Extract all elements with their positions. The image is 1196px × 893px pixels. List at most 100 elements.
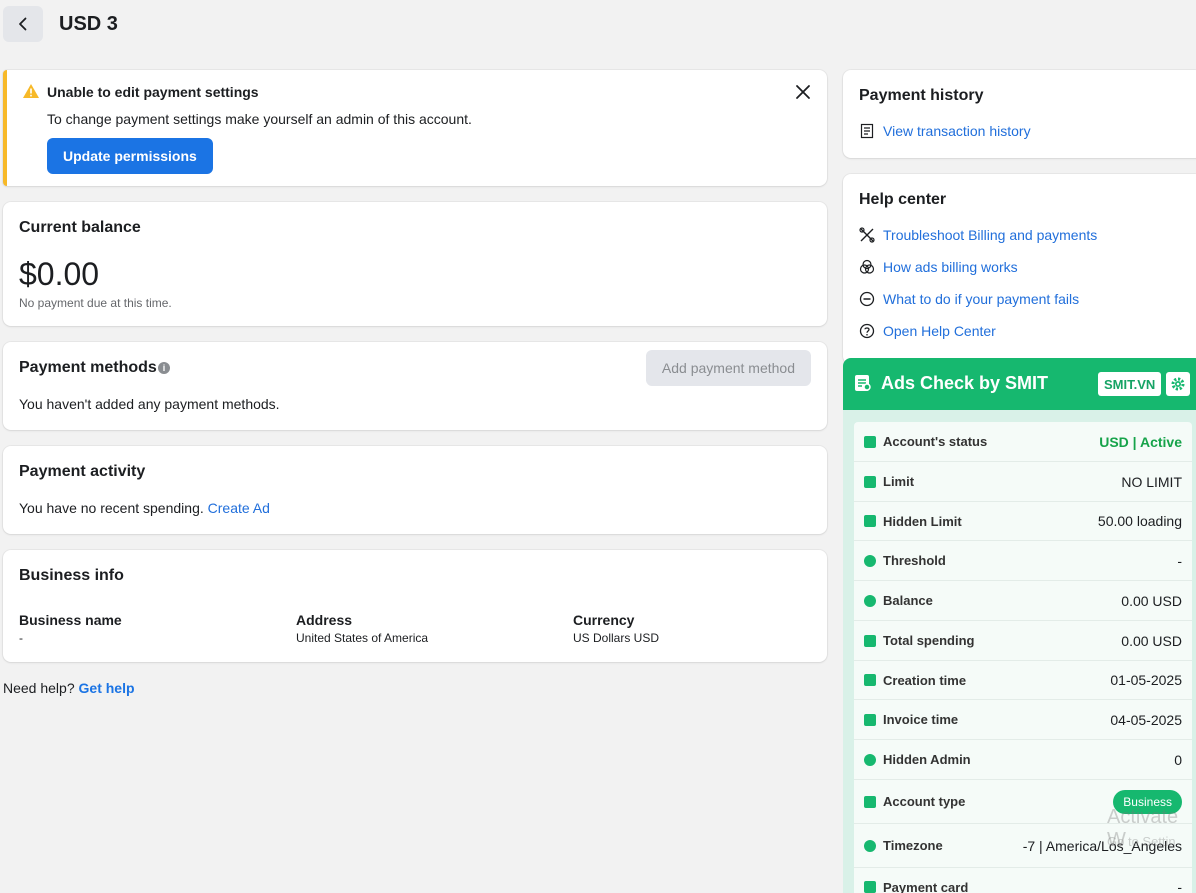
payment-activity-text: You have no recent spending. Create Ad [19, 500, 270, 516]
alert-text: To change payment settings make yourself… [47, 111, 472, 127]
get-help-link[interactable]: Get help [79, 680, 135, 696]
troubleshoot-billing-link[interactable]: Troubleshoot Billing and payments [859, 227, 1097, 243]
payment-methods-text: You haven't added any payment methods. [19, 396, 280, 412]
need-help-text: Need help? [3, 680, 75, 696]
row-value: USD | Active [1099, 433, 1182, 450]
wallet-icon [864, 634, 876, 647]
open-help-center-link[interactable]: Open Help Center [859, 323, 996, 339]
question-circle-icon [859, 323, 875, 339]
user-card-icon [864, 795, 876, 808]
warning-icon [23, 84, 39, 98]
alert-title: Unable to edit payment settings [47, 84, 259, 100]
ads-check-title: Ads Check by SMIT [881, 373, 1049, 393]
row-value: 0.00 USD [1121, 592, 1182, 609]
row-threshold: Threshold - [854, 541, 1192, 581]
page-title: USD 3 [59, 12, 118, 35]
current-balance-card: Current balance $0.00 No payment due at … [3, 202, 827, 326]
row-label: Hidden Limit [883, 513, 962, 529]
row-label: Limit [883, 474, 915, 489]
field-value: US Dollars USD [573, 631, 660, 645]
row-value: 50.00 loading [1097, 513, 1182, 529]
business-info-card: Business info Business name - Address Un… [3, 550, 827, 662]
row-payment-card: Payment card - [854, 868, 1192, 893]
row-value: - [1177, 879, 1182, 893]
calendar-icon [864, 674, 876, 686]
row-value: 0 [1174, 751, 1182, 768]
row-creation-time: Creation time 01-05-2025 [854, 661, 1192, 700]
balance-amount: $0.00 [19, 256, 100, 292]
row-value: 01-05-2025 [1110, 672, 1182, 688]
add-payment-method-button[interactable]: Add payment method [645, 350, 811, 386]
info-icon[interactable]: i [158, 362, 170, 374]
view-transaction-history-link[interactable]: View transaction history [859, 123, 1031, 139]
limit-icon [864, 475, 876, 488]
row-label: Hidden Admin [883, 752, 971, 767]
need-help: Need help? Get help [3, 680, 135, 696]
row-label: Creation time [883, 672, 967, 688]
link-label: View transaction history [883, 123, 1031, 139]
row-invoice-time: Invoice time 04-05-2025 [854, 700, 1192, 740]
credit-card-icon [864, 881, 876, 893]
row-total-spending: Total spending 0.00 USD [854, 621, 1192, 661]
row-value: NO LIMIT [1121, 473, 1182, 490]
receipt-icon [860, 123, 874, 139]
card-title: Payment activity [19, 463, 146, 480]
card-title: Payment methods [19, 359, 157, 376]
business-name-field: Business name - [19, 612, 122, 645]
ads-billing-link[interactable]: How ads billing works [859, 259, 1018, 275]
row-value: 0.00 USD [1121, 632, 1182, 649]
link-label: Open Help Center [883, 323, 996, 339]
trend-icon [864, 554, 876, 567]
smit-badge[interactable]: SMIT.VN [1098, 372, 1162, 396]
help-center-card: Help center Troubleshoot Billing and pay… [843, 174, 1196, 364]
card-title: Payment history [859, 87, 984, 104]
row-value: 04-05-2025 [1110, 711, 1182, 728]
field-label: Currency [573, 612, 635, 628]
payment-history-card: Payment history View transaction history [843, 70, 1196, 158]
card-title: Current balance [19, 219, 141, 236]
create-ad-link[interactable]: Create Ad [208, 500, 270, 516]
globe-icon [864, 839, 876, 852]
payment-fails-link[interactable]: What to do if your payment fails [859, 291, 1079, 307]
settings-button[interactable] [1166, 372, 1190, 396]
field-label: Business name [19, 612, 122, 628]
top-bar: USD 3 [3, 6, 118, 42]
row-label: Payment card [883, 879, 969, 893]
row-limit: Limit NO LIMIT [854, 462, 1192, 502]
minus-circle-icon [859, 291, 875, 307]
circles-icon [859, 259, 875, 274]
gear-icon [1171, 377, 1185, 391]
field-value: United States of America [296, 631, 429, 645]
permission-alert: Unable to edit payment settings To chang… [3, 70, 827, 186]
row-label: Invoice time [883, 712, 959, 727]
ads-check-header: Ads Check by SMIT SMIT.VN [843, 358, 1196, 410]
piggy-bank-icon [864, 515, 876, 527]
activation-watermark-subtext: Go to Settin [1107, 834, 1176, 849]
link-label: What to do if your payment fails [883, 291, 1080, 307]
link-label: Troubleshoot Billing and payments [883, 227, 1098, 243]
update-permissions-button[interactable]: Update permissions [47, 138, 213, 174]
payment-activity-card: Payment activity You have no recent spen… [3, 446, 827, 534]
shield-icon [864, 753, 876, 766]
payment-methods-card: Payment methods i Add payment method You… [3, 342, 827, 430]
report-icon [855, 375, 871, 391]
close-icon[interactable] [793, 82, 813, 102]
balance-note: No payment due at this time. [19, 296, 172, 310]
field-value: - [19, 631, 23, 645]
row-label: Account type [883, 794, 966, 809]
card-title: Help center [859, 191, 947, 208]
dollar-icon [864, 594, 876, 607]
chart-icon [864, 435, 876, 448]
address-field: Address United States of America [296, 612, 428, 645]
card-title: Business info [19, 567, 124, 584]
tools-icon [859, 227, 875, 243]
link-label: How ads billing works [883, 259, 1018, 275]
field-label: Address [296, 612, 353, 628]
row-account-status: Account's status USD | Active [854, 422, 1192, 462]
row-value: - [1177, 552, 1182, 569]
row-label: Threshold [883, 553, 946, 568]
chevron-left-icon [19, 17, 27, 31]
back-button[interactable] [3, 6, 43, 42]
invoice-icon [864, 713, 876, 726]
row-label: Balance [883, 593, 933, 608]
